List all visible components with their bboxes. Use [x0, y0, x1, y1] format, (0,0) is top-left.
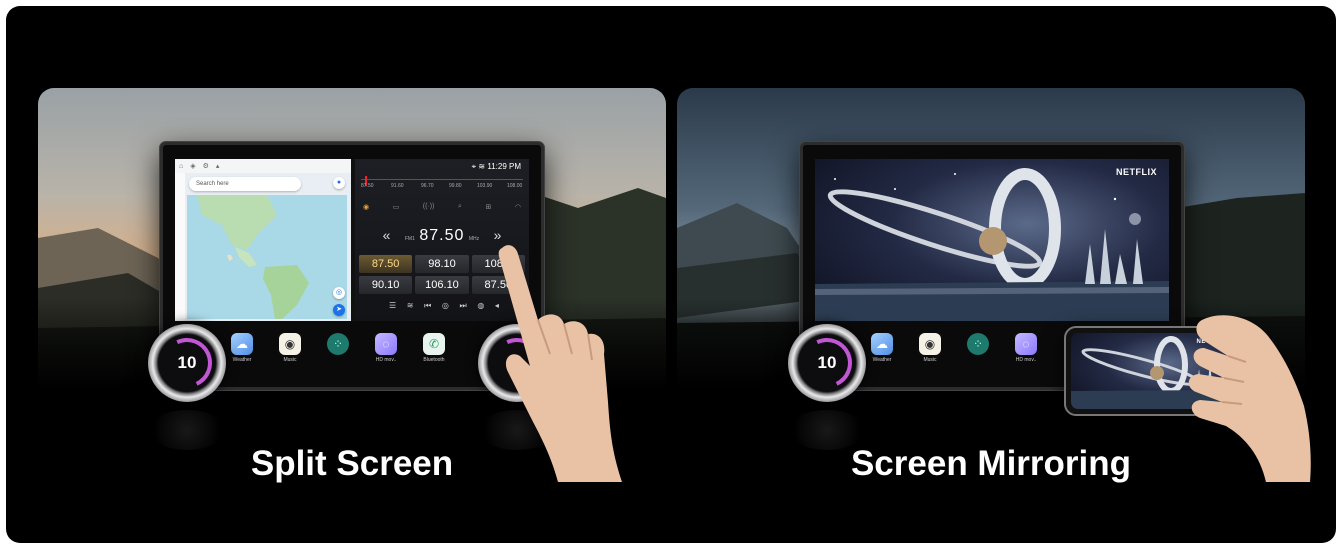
eq-icon[interactable]: ⊞ [485, 203, 491, 211]
split-screen-caption: Split Screen [250, 444, 454, 483]
bluetooth-icon: ✆ [423, 333, 445, 355]
band-icon[interactable]: ▭ [393, 203, 400, 211]
preset-button[interactable]: 90.10 [359, 276, 413, 294]
home-icon[interactable]: ⌂ [179, 163, 183, 170]
music-icon: ◉ [279, 333, 301, 355]
scale-label: 108.00 [507, 183, 523, 189]
locate-icon[interactable]: ◎ [333, 287, 345, 299]
scale-label: 87.50 [361, 183, 374, 189]
app-label: HD mov.. [1015, 357, 1037, 363]
app-label: Weather [872, 357, 892, 363]
search-icon[interactable]: ⌕ [458, 203, 462, 211]
head-unit-screen[interactable]: ⌂ ◈ ⚙ ▴ Search here ● ◎ ➤ ⌖ ≋ 11:29 PM 8… [175, 159, 529, 321]
app-label: Weather [232, 357, 252, 363]
preset-button[interactable]: 87.50 [359, 255, 413, 273]
weather-icon: ☁ [231, 333, 253, 355]
screen-mirroring-caption: Screen Mirroring [850, 444, 1132, 483]
map-status-bar: ⌂ ◈ ⚙ ▴ [175, 159, 351, 173]
space-station-artwork [815, 168, 1169, 321]
signal-icon: ▴ [215, 163, 220, 170]
knob-value: 10 [177, 353, 197, 372]
volume-knob[interactable]: 10 [788, 324, 866, 402]
status-time: 11:29 PM [487, 162, 521, 171]
scale-label: 99.80 [449, 183, 462, 189]
app-dock: ☁ Weather ◉ Music ⁘ ◌ HD mov.. [865, 327, 1043, 379]
preset-button[interactable]: 98.10 [415, 255, 469, 273]
status-bar: ⌖ ≋ 11:29 PM [472, 162, 521, 172]
seek-back-icon[interactable]: « [383, 227, 391, 243]
scan-icon[interactable]: ◎ [442, 301, 449, 311]
preset-button[interactable]: 106.10 [415, 276, 469, 294]
app-label: HD mov.. [375, 357, 397, 363]
stereo-icon[interactable]: ((·)) [423, 203, 435, 211]
hd-movie-icon: ◌ [375, 333, 397, 355]
head-unit-screen[interactable]: NETFLIX [815, 159, 1169, 321]
radio-controls: ☰ ≋ ⏮ ◎ ⏭ ◍ ◂ [389, 301, 499, 311]
app-label: Music [283, 357, 297, 363]
volume-knob[interactable]: 10 [148, 324, 226, 402]
scale-label: 91.60 [391, 183, 404, 189]
scale-label: 96.70 [421, 183, 434, 189]
netflix-logo: NETFLIX [1116, 167, 1157, 177]
banner-frame: ⌂ ◈ ⚙ ▴ Search here ● ◎ ➤ ⌖ ≋ 11:29 PM 8… [6, 6, 1336, 543]
navigate-icon[interactable]: ➤ [333, 304, 345, 316]
scale-label: 103.90 [477, 183, 493, 189]
netflix-movie-scene[interactable]: NETFLIX [815, 159, 1169, 321]
settings-icon[interactable]: ⚙ [203, 162, 209, 170]
app-dock: ☁ Weather ◉ Music ⁘ ◌ HD mov.. ✆ Bluetoo… [225, 327, 451, 379]
unit-label: MHz [468, 236, 480, 242]
current-frequency: 87.50 [419, 227, 465, 244]
app-drawer[interactable]: ⁘ [321, 327, 355, 357]
radio-function-icons: ◉ ▭ ((·)) ⌕ ⊞ ◠ [363, 203, 521, 211]
search-placeholder: Search here [196, 181, 229, 187]
location-icon: ⌖ [471, 162, 477, 171]
next-icon[interactable]: ⏭ [460, 301, 467, 311]
hd-movie-icon: ◌ [1015, 333, 1037, 355]
previous-icon[interactable]: ⏮ [424, 301, 431, 311]
app-label: Music [923, 357, 937, 363]
power-icon[interactable]: ◉ [363, 203, 369, 211]
radio-icon[interactable]: ◍ [477, 301, 484, 311]
app-music[interactable]: ◉ Music [273, 327, 307, 363]
seek-forward-icon[interactable]: » [494, 227, 502, 243]
app-hd-movie[interactable]: ◌ HD mov.. [1009, 327, 1043, 363]
map-canvas[interactable] [187, 195, 347, 319]
speaker-icon[interactable]: ◠ [515, 203, 521, 211]
weather-icon: ☁ [871, 333, 893, 355]
band-label: FM1 [404, 236, 415, 242]
app-bluetooth[interactable]: ✆ Bluetooth [417, 327, 451, 363]
americas-map [197, 195, 309, 319]
map-app[interactable]: ⌂ ◈ ⚙ ▴ Search here ● ◎ ➤ [175, 159, 351, 321]
app-weather[interactable]: ☁ Weather [865, 327, 899, 363]
app-music[interactable]: ◉ Music [913, 327, 947, 363]
app-drawer[interactable]: ⁘ [961, 327, 995, 357]
frequency-scale[interactable]: 87.50 91.60 96.70 99.80 103.90 108.00 [361, 176, 523, 193]
app-label: Bluetooth [423, 357, 445, 363]
app-weather[interactable]: ☁ Weather [225, 327, 259, 363]
apps-icon: ⁘ [327, 333, 349, 355]
layers-icon[interactable]: ◈ [190, 162, 195, 170]
knob-value: 10 [817, 353, 837, 372]
music-icon: ◉ [919, 333, 941, 355]
list-icon[interactable]: ☰ [389, 301, 396, 311]
apps-icon: ⁘ [967, 333, 989, 355]
broadcast-icon[interactable]: ≋ [407, 301, 414, 311]
app-hd-movie[interactable]: ◌ HD mov.. [369, 327, 403, 363]
profile-icon[interactable]: ● [333, 177, 345, 189]
map-side-rail [175, 173, 185, 321]
map-search-input[interactable]: Search here [189, 177, 301, 191]
wifi-icon: ≋ [478, 162, 486, 171]
